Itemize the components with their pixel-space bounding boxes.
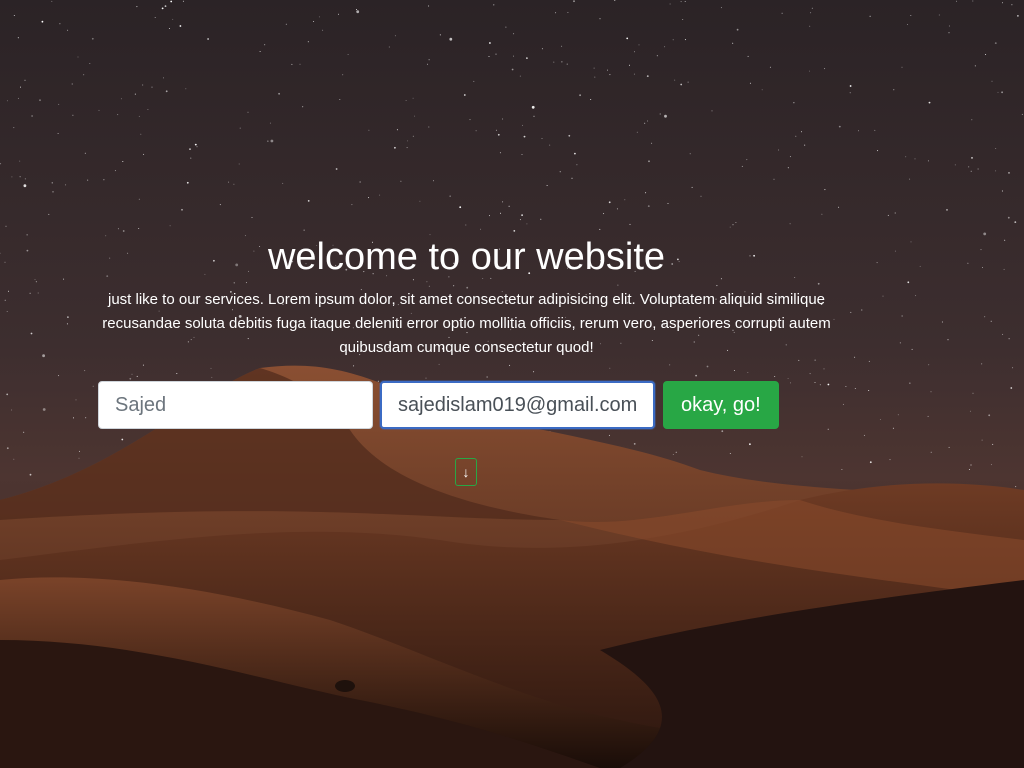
name-input[interactable] [98, 381, 373, 429]
page-title: welcome to our website [267, 236, 666, 278]
hero-description: just like to our services. Lorem ipsum d… [102, 291, 831, 356]
hero-content: welcome to our website just like to our … [0, 0, 1024, 768]
arrow-down-icon: ↓ [462, 464, 470, 480]
submit-button[interactable]: okay, go! [663, 381, 779, 429]
signup-form: okay, go! [98, 381, 779, 429]
email-input[interactable] [380, 381, 655, 429]
scroll-down-button[interactable]: ↓ [455, 458, 477, 486]
hero-section: welcome to our website just like to our … [0, 0, 1024, 768]
